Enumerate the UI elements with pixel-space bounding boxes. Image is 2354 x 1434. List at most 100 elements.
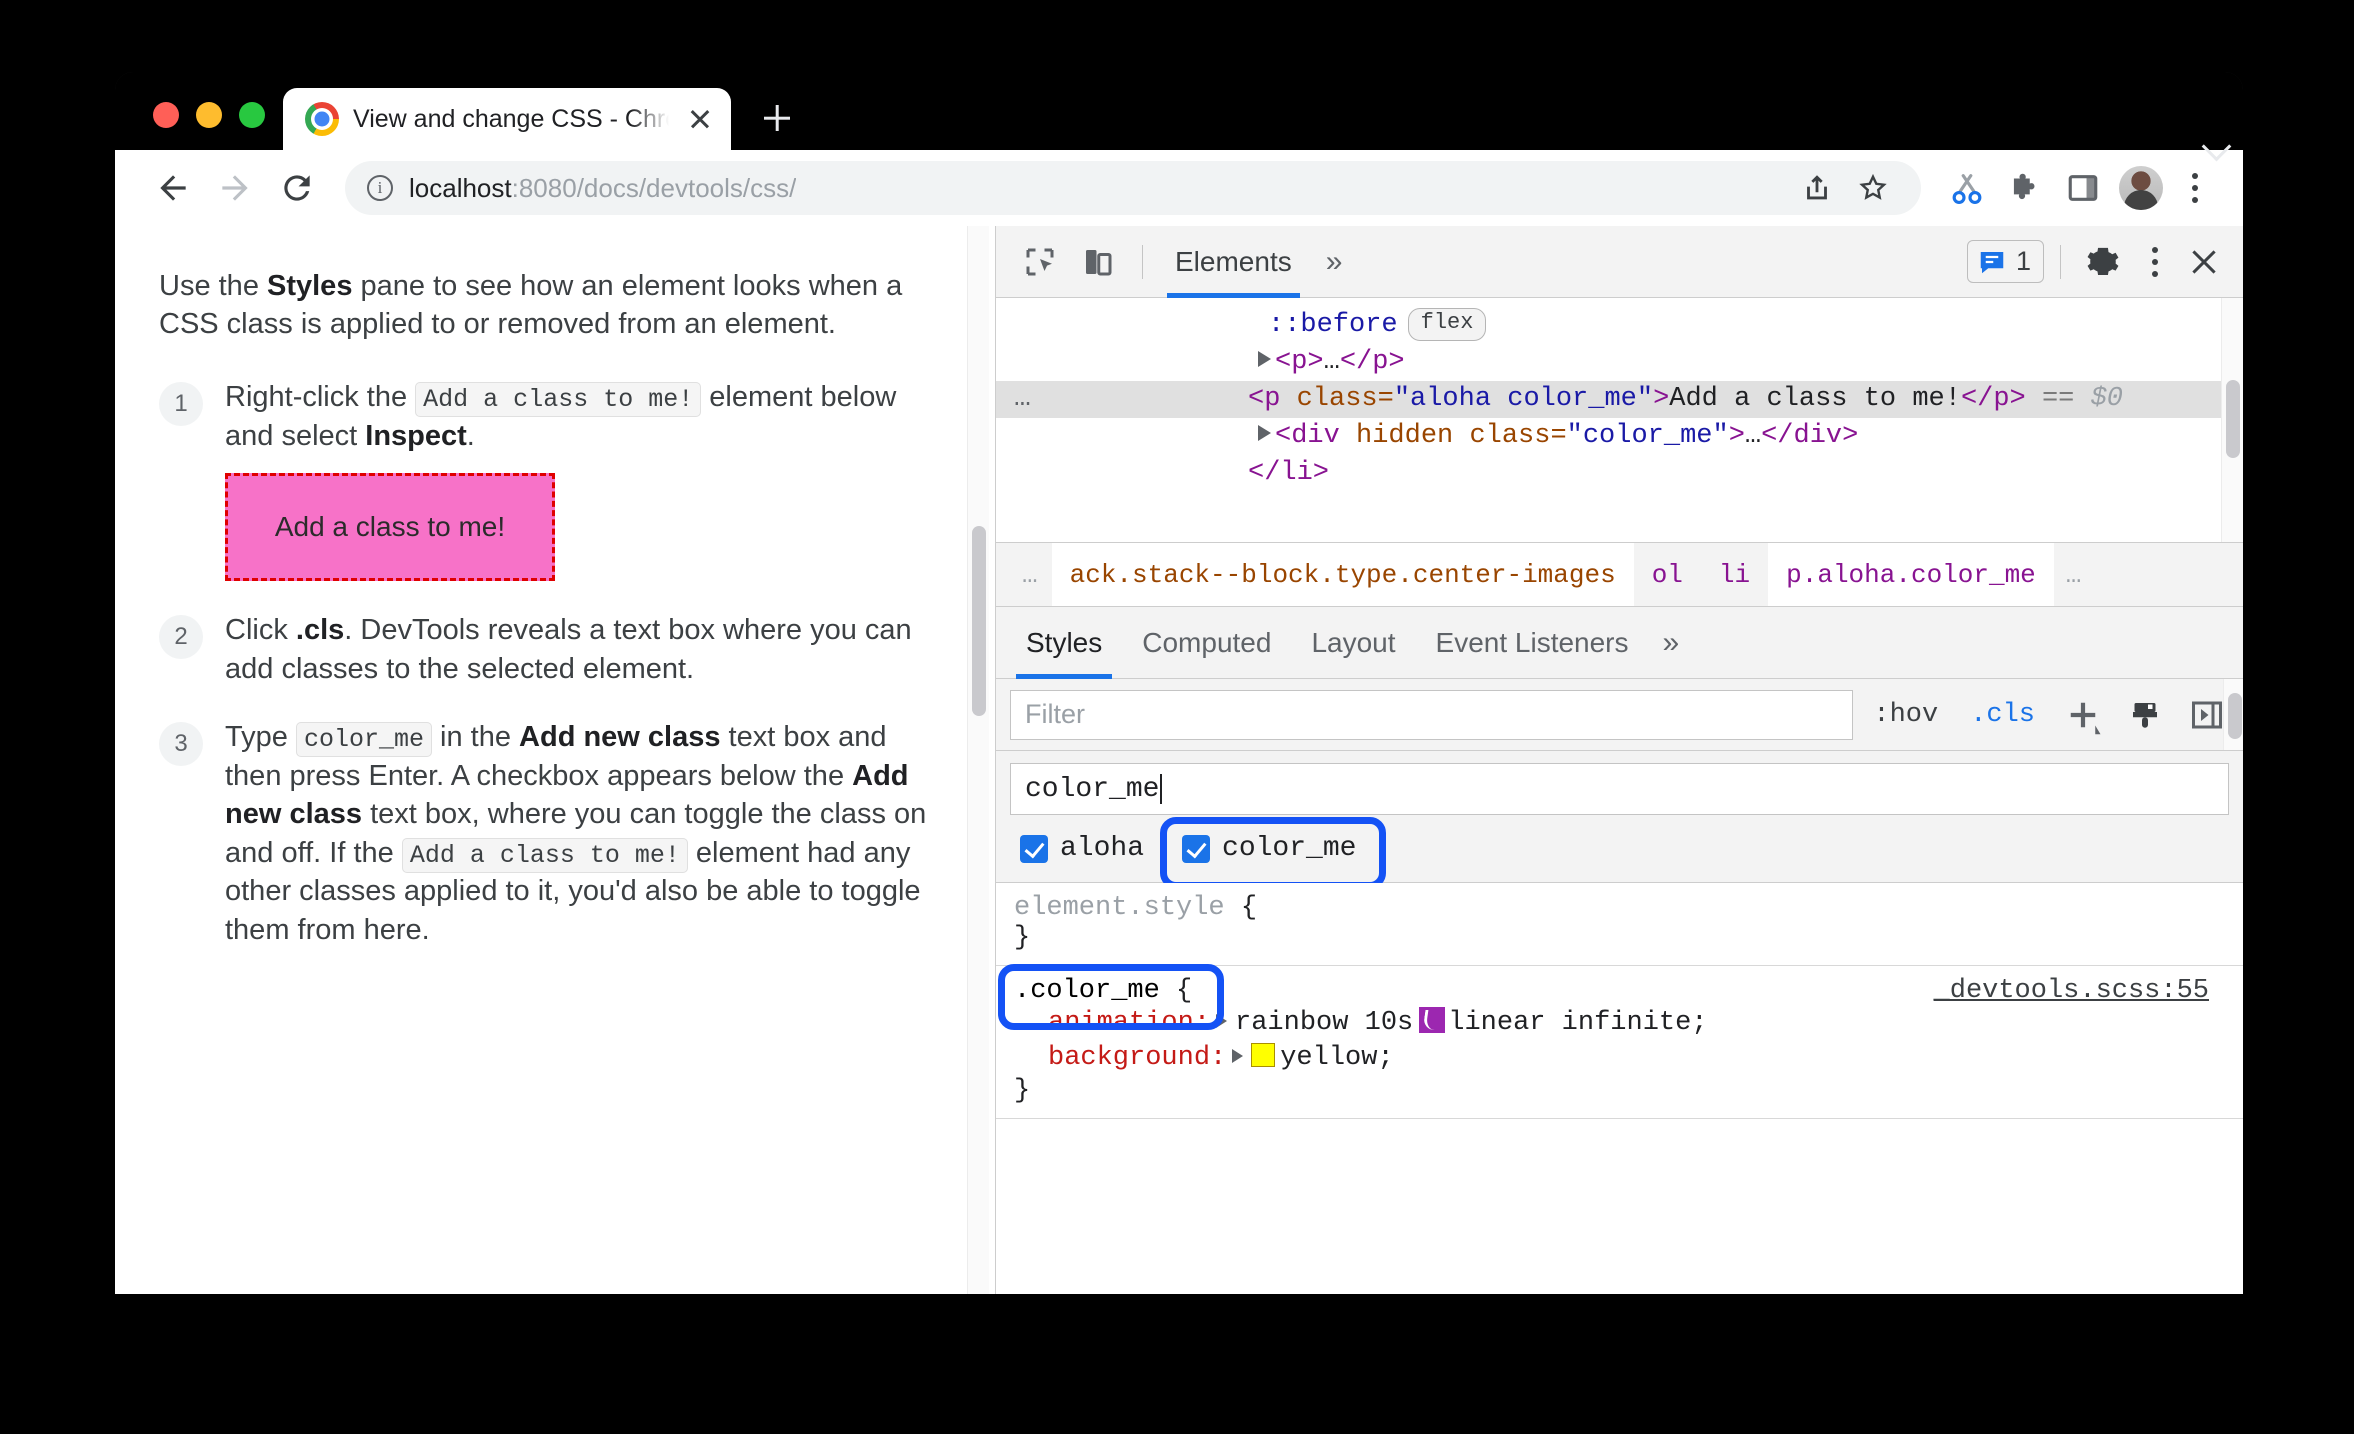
- scissors-button[interactable]: [1941, 162, 1993, 214]
- copy-styles-button[interactable]: [2119, 689, 2171, 741]
- devtools-close-button[interactable]: [2181, 239, 2227, 285]
- easing-swatch-icon[interactable]: [1419, 1007, 1446, 1033]
- dom-ellipsis: …: [1323, 346, 1340, 377]
- declaration-animation[interactable]: animation: rainbow 10s linear infinite;: [1014, 1006, 2225, 1041]
- breadcrumb-item-ol[interactable]: ol: [1634, 543, 1701, 606]
- dom-row-collapsed-div[interactable]: <div hidden class="color_me">…</div>: [996, 418, 2243, 455]
- checkbox-checked-icon[interactable]: [1020, 834, 1048, 863]
- rule-selector[interactable]: element.style: [1014, 893, 1225, 923]
- tab-styles[interactable]: Styles: [1006, 607, 1122, 679]
- rule-element-style[interactable]: element.style { }: [996, 883, 2243, 966]
- dom-attr-name[interactable]: class: [1469, 421, 1550, 451]
- declaration-background[interactable]: background: yellow;: [1014, 1041, 2225, 1076]
- breadcrumb-overflow-right[interactable]: …: [2054, 543, 2096, 606]
- styles-filter-row: Filter :hov .cls: [996, 679, 2243, 751]
- declaration-property[interactable]: background: [1048, 1043, 1210, 1073]
- dom-row-collapsed-p[interactable]: <p>…</p>: [996, 344, 2243, 381]
- expand-triangle-icon[interactable]: [1216, 1013, 1228, 1028]
- demo-target-element[interactable]: Add a class to me!: [225, 473, 555, 582]
- flex-badge[interactable]: flex: [1407, 308, 1487, 341]
- dom-text-node[interactable]: Add a class to me!: [1669, 384, 1961, 414]
- class-toggle-aloha[interactable]: aloha: [1010, 829, 1154, 868]
- class-toggle-color-me[interactable]: color_me: [1160, 817, 1387, 889]
- kebab-dot: [2152, 246, 2158, 253]
- tab-layout[interactable]: Layout: [1291, 607, 1415, 679]
- devtools-menu-button[interactable]: [2133, 236, 2177, 288]
- address-bar[interactable]: localhost:8080/docs/devtools/css/: [345, 161, 1921, 215]
- dom-row-selected[interactable]: … <p class="aloha color_me">Add a class …: [996, 380, 2243, 418]
- filter-input[interactable]: Filter: [1010, 689, 1854, 740]
- forward-button[interactable]: [207, 160, 263, 216]
- browser-menu-button[interactable]: [2173, 162, 2217, 214]
- side-panel-button[interactable]: [2057, 162, 2109, 214]
- expand-triangle-icon[interactable]: [1232, 1048, 1244, 1063]
- tab-event-listeners[interactable]: Event Listeners: [1416, 607, 1649, 679]
- device-toolbar-button[interactable]: [1072, 236, 1124, 288]
- reload-button[interactable]: [269, 160, 325, 216]
- breadcrumb-item-li[interactable]: li: [1701, 543, 1768, 606]
- extensions-button[interactable]: [1999, 162, 2051, 214]
- browser-tab[interactable]: View and change CSS - Chrom: [283, 88, 731, 150]
- text-caret: [1160, 774, 1163, 804]
- step-text: Click .cls. DevTools reveals a text box …: [225, 611, 935, 688]
- dom-tree-scrollbar[interactable]: [2221, 298, 2243, 542]
- color-swatch-icon[interactable]: [1251, 1043, 1276, 1068]
- expand-triangle-icon[interactable]: [1258, 424, 1271, 441]
- add-new-class-input[interactable]: color_me: [1010, 763, 2229, 815]
- share-button[interactable]: [1791, 162, 1843, 214]
- styles-more-tabs-icon[interactable]: »: [1649, 627, 1694, 658]
- maximize-window-button[interactable]: [239, 102, 265, 128]
- class-label: color_me: [1222, 833, 1357, 864]
- step-number: 1: [159, 381, 203, 426]
- new-tab-button[interactable]: [747, 88, 807, 148]
- device-toolbar-icon: [1086, 249, 1112, 275]
- devtools-settings-button[interactable]: [2077, 236, 2129, 288]
- cls-toggle-button[interactable]: .cls: [1958, 696, 2047, 734]
- close-window-button[interactable]: [153, 102, 179, 128]
- dom-attr-value[interactable]: "aloha color_me": [1394, 384, 1653, 414]
- back-button[interactable]: [145, 160, 201, 216]
- breadcrumb-overflow-left[interactable]: …: [1010, 543, 1052, 606]
- tab-computed[interactable]: Computed: [1122, 607, 1291, 679]
- styles-scrollbar-thumb[interactable]: [2228, 693, 2242, 739]
- dom-attr-value[interactable]: "color_me": [1567, 421, 1729, 451]
- info-icon[interactable]: [367, 175, 393, 201]
- declaration-value-post[interactable]: linear infinite;: [1448, 1008, 1707, 1038]
- breadcrumb-item-stack[interactable]: ack.stack--block.type.center-images: [1051, 543, 1634, 606]
- declaration-property[interactable]: animation: [1048, 1008, 1194, 1038]
- inspect-element-button[interactable]: [1014, 236, 1066, 288]
- tab-elements[interactable]: Elements: [1161, 226, 1306, 298]
- close-tab-icon[interactable]: [683, 102, 717, 136]
- checkbox-checked-icon[interactable]: [1182, 834, 1211, 863]
- dom-tree[interactable]: ::before flex <p>…</p> … <p class="aloha …: [996, 298, 2243, 543]
- add-rule-button[interactable]: [2057, 689, 2109, 741]
- hover-state-button[interactable]: :hov: [1863, 700, 1948, 730]
- puzzle-icon: [2013, 173, 2035, 200]
- minimize-window-button[interactable]: [196, 102, 222, 128]
- devtools-more-tabs-icon[interactable]: »: [1312, 246, 1357, 277]
- expand-triangle-icon[interactable]: [1258, 350, 1271, 367]
- dom-tree-scrollbar-thumb[interactable]: [2226, 380, 2240, 458]
- rule-source-link[interactable]: _devtools.scss:55: [1934, 976, 2225, 1006]
- dom-attr-name[interactable]: class: [1297, 384, 1378, 414]
- css-rules-list[interactable]: element.style { } .color_me { _devtools.…: [996, 883, 2243, 1294]
- breadcrumb-item-p-selected[interactable]: p.aloha.color_me: [1768, 543, 2054, 606]
- dom-tag: <div: [1275, 420, 1340, 451]
- rule-selector[interactable]: .color_me: [1014, 976, 1160, 1006]
- dom-row-pseudo[interactable]: ::before flex: [996, 306, 2243, 344]
- declaration-value-pre[interactable]: rainbow 10s: [1235, 1008, 1413, 1038]
- dom-row-handle[interactable]: …: [1014, 385, 1034, 413]
- side-panel-icon: [2068, 175, 2098, 201]
- dom-row-close-li[interactable]: </li>: [996, 455, 2243, 492]
- page-scrollbar[interactable]: [967, 226, 989, 1294]
- declaration-value[interactable]: yellow;: [1280, 1043, 1393, 1073]
- message-count-button[interactable]: 1: [1966, 240, 2044, 283]
- rule-color-me[interactable]: .color_me { _devtools.scss:55 animation:…: [996, 964, 2243, 1120]
- rule-selector-line: element.style {: [1014, 893, 2225, 923]
- breadcrumb: … ack.stack--block.type.center-images ol…: [996, 543, 2243, 607]
- styles-scrollbar[interactable]: [2223, 679, 2243, 750]
- page-scrollbar-thumb[interactable]: [972, 526, 986, 716]
- profile-button[interactable]: [2115, 162, 2167, 214]
- bookmark-button[interactable]: [1847, 162, 1899, 214]
- dom-attr-bool[interactable]: hidden: [1356, 421, 1453, 451]
